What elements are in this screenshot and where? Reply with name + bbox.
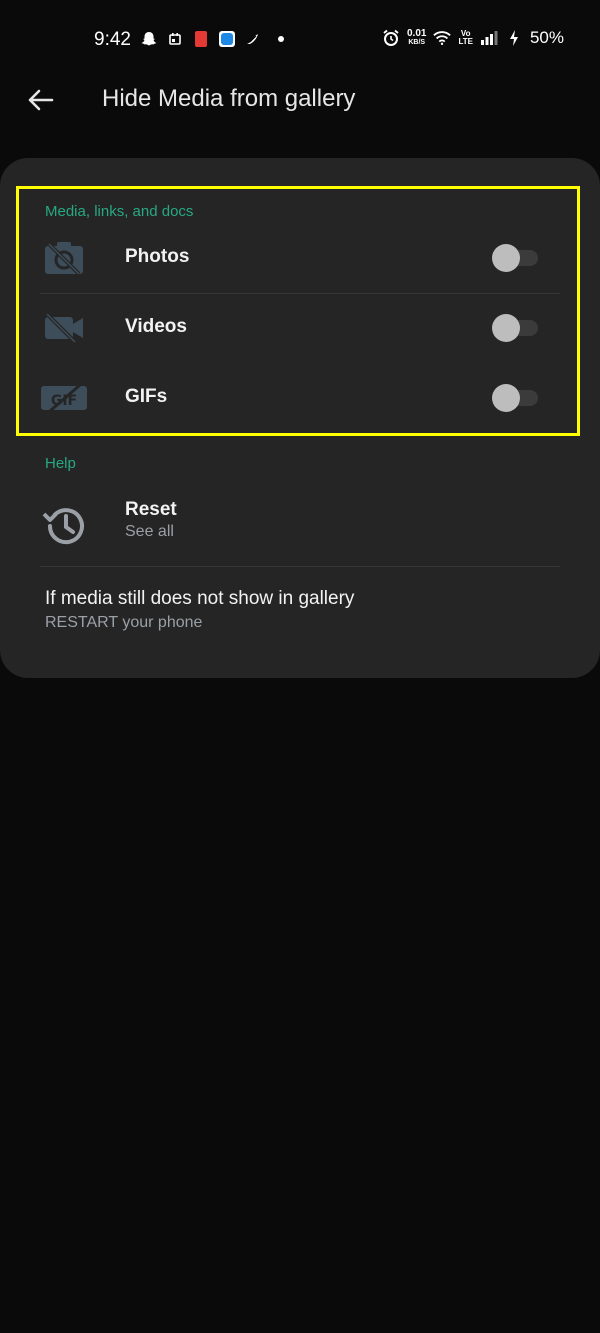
signal-icon xyxy=(480,29,498,47)
volte-indicator: Vo LTE xyxy=(458,29,473,46)
page-title: Hide Media from gallery xyxy=(102,85,356,112)
charging-icon xyxy=(505,29,523,47)
network-speed: 0.01 KB/S xyxy=(406,28,427,47)
divider xyxy=(40,566,560,567)
section-header-media: Media, links, and docs xyxy=(45,203,194,220)
gifs-label: GIFs xyxy=(125,386,168,407)
status-time: 9:42 xyxy=(94,29,131,50)
reset-row[interactable]: Reset See all xyxy=(0,490,600,560)
photos-toggle[interactable] xyxy=(492,244,540,272)
history-icon xyxy=(42,508,84,545)
wifi-icon xyxy=(433,29,452,47)
blue-app-icon xyxy=(218,30,236,48)
restart-info: If media still does not show in gallery … xyxy=(45,588,565,632)
red-app-icon xyxy=(192,30,210,48)
notification-icons xyxy=(140,30,284,48)
setting-row-gifs[interactable]: GIF GIFs xyxy=(0,362,600,432)
gifs-toggle[interactable] xyxy=(492,384,540,412)
video-off-icon xyxy=(45,312,83,344)
videos-toggle[interactable] xyxy=(492,314,540,342)
arrow-left-icon xyxy=(28,89,54,111)
status-bar: 9:42 0.01 KB/S Vo LTE 50% xyxy=(0,0,600,80)
videos-label: Videos xyxy=(125,316,187,337)
battery-level: 50% xyxy=(529,28,564,47)
alarm-icon xyxy=(382,29,400,47)
back-button[interactable] xyxy=(22,84,58,116)
photo-off-icon xyxy=(45,242,83,276)
photos-label: Photos xyxy=(125,246,190,267)
reset-title: Reset xyxy=(125,499,177,520)
calendar-icon xyxy=(166,30,184,48)
system-icons: 0.01 KB/S Vo LTE 50% xyxy=(382,28,564,48)
section-header-help: Help xyxy=(45,455,76,472)
gif-off-icon: GIF xyxy=(41,383,87,413)
snapchat-icon xyxy=(140,30,158,48)
app-bar: Hide Media from gallery xyxy=(0,70,600,130)
feather-app-icon xyxy=(244,30,262,48)
more-notifications-dot xyxy=(278,36,284,42)
reset-subtitle: See all xyxy=(125,523,174,540)
setting-row-photos[interactable]: Photos xyxy=(0,222,600,292)
setting-row-videos[interactable]: Videos xyxy=(0,292,600,362)
restart-info-title: If media still does not show in gallery xyxy=(45,588,355,609)
restart-info-subtitle: RESTART your phone xyxy=(45,614,203,631)
